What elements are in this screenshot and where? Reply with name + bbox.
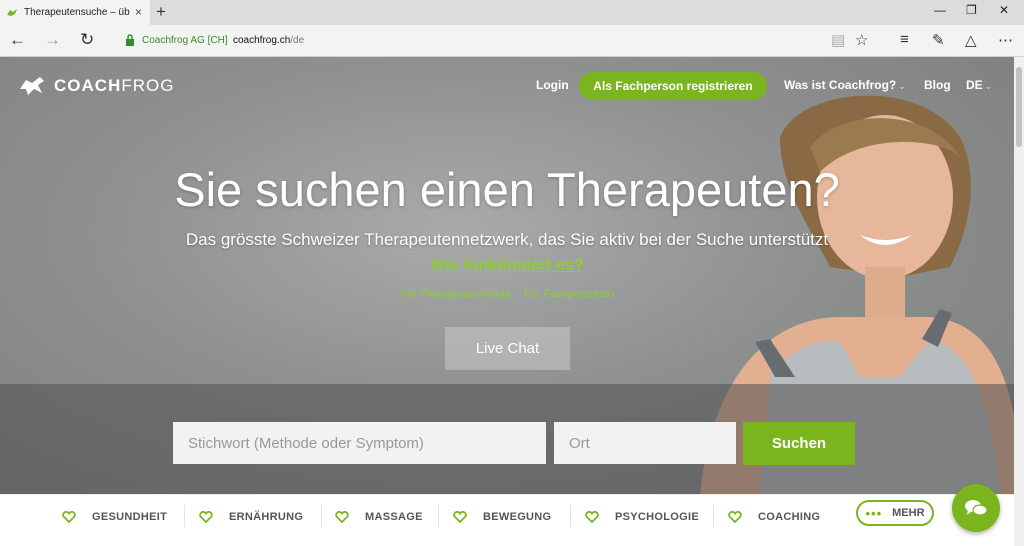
more-dots-icon: ••• [865,505,883,521]
category-label: ERNÄHRUNG [229,511,304,523]
category-divider [570,505,571,527]
category-coaching[interactable]: COACHING [728,511,820,523]
category-divider [713,505,714,527]
frog-logo-icon [20,77,44,95]
keyword-search-input[interactable] [173,422,546,464]
heart-icon [453,511,467,523]
address-bar: ← → ↻ Coachfrog AG [CH] coachfrog.ch/de … [0,25,1024,57]
category-label: PSYCHOLOGIE [615,511,699,523]
heart-icon [199,511,213,523]
chat-icon [965,500,988,516]
how-it-works-text[interactable]: Wie funktioniert es? [431,257,584,274]
chevron-down-icon: ⌄ [898,81,906,91]
hero-subline: Das grösste Schweizer Therapeutennetzwer… [185,230,829,249]
search-band: Suchen [0,384,1014,494]
web-note-icon[interactable]: ✎ [932,31,945,49]
heart-icon [62,511,76,523]
refresh-icon[interactable]: ↻ [80,30,94,50]
language-label: DE [966,78,983,92]
heart-icon [335,511,349,523]
about-label: Was ist Coachfrog? [784,78,897,92]
forward-icon[interactable]: → [44,30,61,50]
logo-wordmark: COACHFROG [54,76,174,96]
chevron-down-icon: ⌄ [984,81,993,91]
link-professionals[interactable]: Für Fachpersonen [524,288,614,300]
url-domain: coachfrog.ch [233,35,291,46]
url-field[interactable]: coachfrog.ch/de [233,35,304,46]
category-label: BEWEGUNG [483,511,552,523]
window-close-icon[interactable]: ✕ [999,3,1009,17]
how-it-works-link: Wie funktioniert es? [0,257,1014,275]
category-label: MASSAGE [365,511,423,523]
category-label: GESUNDHEIT [92,511,168,523]
category-health[interactable]: GESUNDHEIT [62,511,167,523]
link-therapy-seekers[interactable]: Für Therapiesuchende [400,288,510,300]
live-chat-button[interactable]: Live Chat [445,327,570,370]
location-input[interactable] [554,422,736,464]
lock-icon [126,34,134,46]
more-label: MEHR [892,507,925,519]
category-massage[interactable]: MASSAGE [335,511,423,523]
audience-links: Für Therapiesuchende Für Fachpersonen [0,288,1014,300]
logo-bold: COACH [54,76,122,95]
page-scrollbar[interactable] [1014,57,1024,546]
browser-tab[interactable]: Therapeutensuche – üb × [0,0,150,25]
scrollbar-thumb[interactable] [1016,67,1022,147]
register-button[interactable]: Als Fachperson registrieren [579,72,767,100]
category-exercise[interactable]: BEWEGUNG [453,511,551,523]
category-nutrition[interactable]: ERNÄHRUNG [199,511,303,523]
category-divider [184,505,185,527]
tab-close-icon[interactable]: × [135,5,142,19]
more-categories-button[interactable]: ••• MEHR [856,500,934,526]
browser-tab-bar: Therapeutensuche – üb × + — ❐ ✕ [0,0,1024,25]
site-identity[interactable]: Coachfrog AG [CH] [142,35,228,46]
favorite-star-icon[interactable]: ☆ [855,31,868,49]
hero-section: COACHFROG Login Als Fachperson registrie… [0,57,1014,494]
hub-icon[interactable]: ≡ [900,31,909,48]
language-selector[interactable]: DE ⌄ [966,78,992,92]
about-menu[interactable]: Was ist Coachfrog? ⌄ [784,78,906,92]
maximize-icon[interactable]: ❐ [966,3,977,17]
share-icon[interactable]: △ [965,31,977,49]
heart-icon [585,511,599,523]
hero-headline: Sie suchen einen Therapeuten? [174,163,840,216]
url-path: /de [290,35,305,46]
back-icon[interactable]: ← [9,30,26,50]
category-divider [321,505,322,527]
blog-link[interactable]: Blog [924,78,951,92]
heart-icon [728,511,742,523]
minimize-icon[interactable]: — [934,3,946,17]
tab-title: Therapeutensuche – üb [24,7,130,18]
category-bar: GESUNDHEIT ERNÄHRUNG MASSAGE BEWEGUNG PS… [0,494,1014,546]
chat-bubble-button[interactable] [952,484,1000,532]
reading-view-icon[interactable]: ▤ [831,31,845,49]
category-label: COACHING [758,511,821,523]
logo-rest: FROG [121,76,175,95]
coachfrog-logo[interactable]: COACHFROG [18,75,174,97]
search-button[interactable]: Suchen [743,422,855,465]
frog-favicon-icon [7,8,17,16]
category-divider [438,505,439,527]
login-link[interactable]: Login [536,78,569,92]
category-psychology[interactable]: PSYCHOLOGIE [585,511,699,523]
new-tab-icon[interactable]: + [156,2,166,22]
more-options-icon[interactable]: ⋯ [998,31,1013,49]
